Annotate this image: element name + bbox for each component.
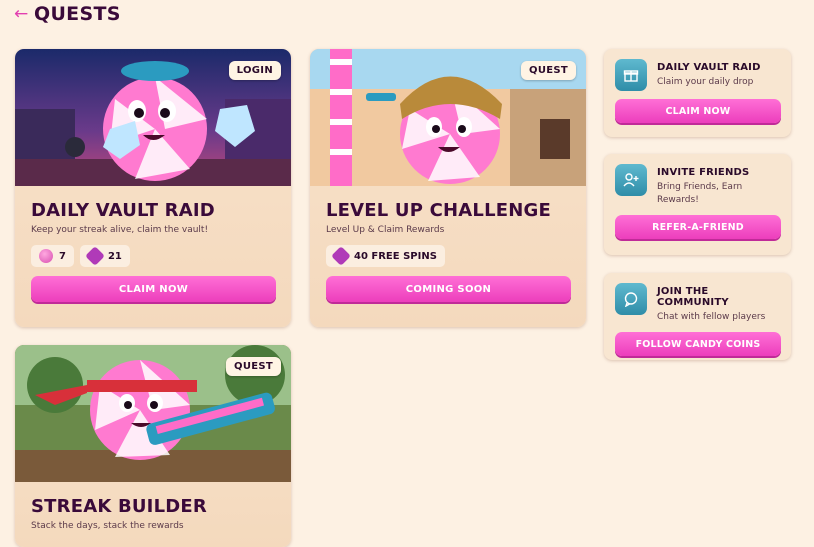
quest-title: DAILY VAULT RAID xyxy=(31,200,215,221)
spin-icon xyxy=(331,246,351,266)
quest-title: STREAK BUILDER xyxy=(31,496,207,517)
quest-badge: LOGIN xyxy=(228,61,281,80)
reward-value: 7 xyxy=(59,250,66,262)
claim-now-button[interactable]: CLAIM NOW xyxy=(615,99,781,123)
quest-subtitle: Keep your streak alive, claim the vault! xyxy=(31,225,209,235)
quest-rewards: 40 FREE SPINS xyxy=(326,245,570,267)
gift-icon xyxy=(615,59,647,91)
reward-free-spins: 40 FREE SPINS xyxy=(326,245,445,267)
refer-a-friend-button[interactable]: REFER-A-FRIEND xyxy=(615,215,781,239)
page-header: ← QUESTS xyxy=(14,3,121,25)
chat-icon xyxy=(615,283,647,315)
back-arrow-icon[interactable]: ← xyxy=(14,5,28,23)
quest-subtitle: Level Up & Claim Rewards xyxy=(326,225,445,235)
side-card-title: DAILY VAULT RAID xyxy=(657,62,761,73)
quest-image: QUEST xyxy=(310,49,586,186)
quest-card-level-up-challenge: QUEST LEVEL UP CHALLENGE Level Up & Clai… xyxy=(310,49,586,327)
side-card-title: JOIN THE COMMUNITY xyxy=(657,286,729,308)
quest-subtitle: Stack the days, stack the rewards xyxy=(31,521,184,531)
follow-candy-coins-button[interactable]: FOLLOW CANDY COINS xyxy=(615,332,781,356)
reward-candy-coins: 7 xyxy=(31,245,74,267)
claim-now-button[interactable]: CLAIM NOW xyxy=(31,276,276,302)
reward-value: 21 xyxy=(107,250,122,262)
side-card-title: INVITE FRIENDS xyxy=(657,167,750,178)
reward-value: 40 FREE SPINS xyxy=(354,250,437,262)
coming-soon-button[interactable]: COMING SOON xyxy=(326,276,571,302)
quest-badge: QUEST xyxy=(521,61,576,80)
candy-coin-icon xyxy=(39,249,53,263)
reward-spins: 21 xyxy=(79,245,130,267)
quest-image: QUEST xyxy=(15,345,291,482)
side-card-daily-vault-raid: DAILY VAULT RAID Claim your daily drop C… xyxy=(604,49,791,137)
spin-icon xyxy=(85,246,105,266)
quest-rewards: 7 21 xyxy=(31,245,275,267)
side-card-subtitle: Claim your daily drop xyxy=(657,77,754,87)
add-user-icon xyxy=(615,164,647,196)
side-card-join-community: JOIN THE COMMUNITY Chat with fellow play… xyxy=(604,273,791,360)
side-card-invite-friends: INVITE FRIENDS Bring Friends, Earn Rewar… xyxy=(604,154,791,255)
side-card-subtitle: Chat with fellow players xyxy=(657,312,766,322)
quest-badge: QUEST xyxy=(226,357,281,376)
side-card-subtitle: Bring Friends, Earn Rewards! xyxy=(657,182,743,205)
quest-title: LEVEL UP CHALLENGE xyxy=(326,200,551,221)
quest-image: LOGIN xyxy=(15,49,291,186)
page-title: QUESTS xyxy=(34,3,121,25)
quest-card-daily-vault-raid: LOGIN DAILY VAULT RAID Keep your streak … xyxy=(15,49,291,327)
quest-card-streak-builder: QUEST STREAK BUILDER Stack the days, sta… xyxy=(15,345,291,547)
